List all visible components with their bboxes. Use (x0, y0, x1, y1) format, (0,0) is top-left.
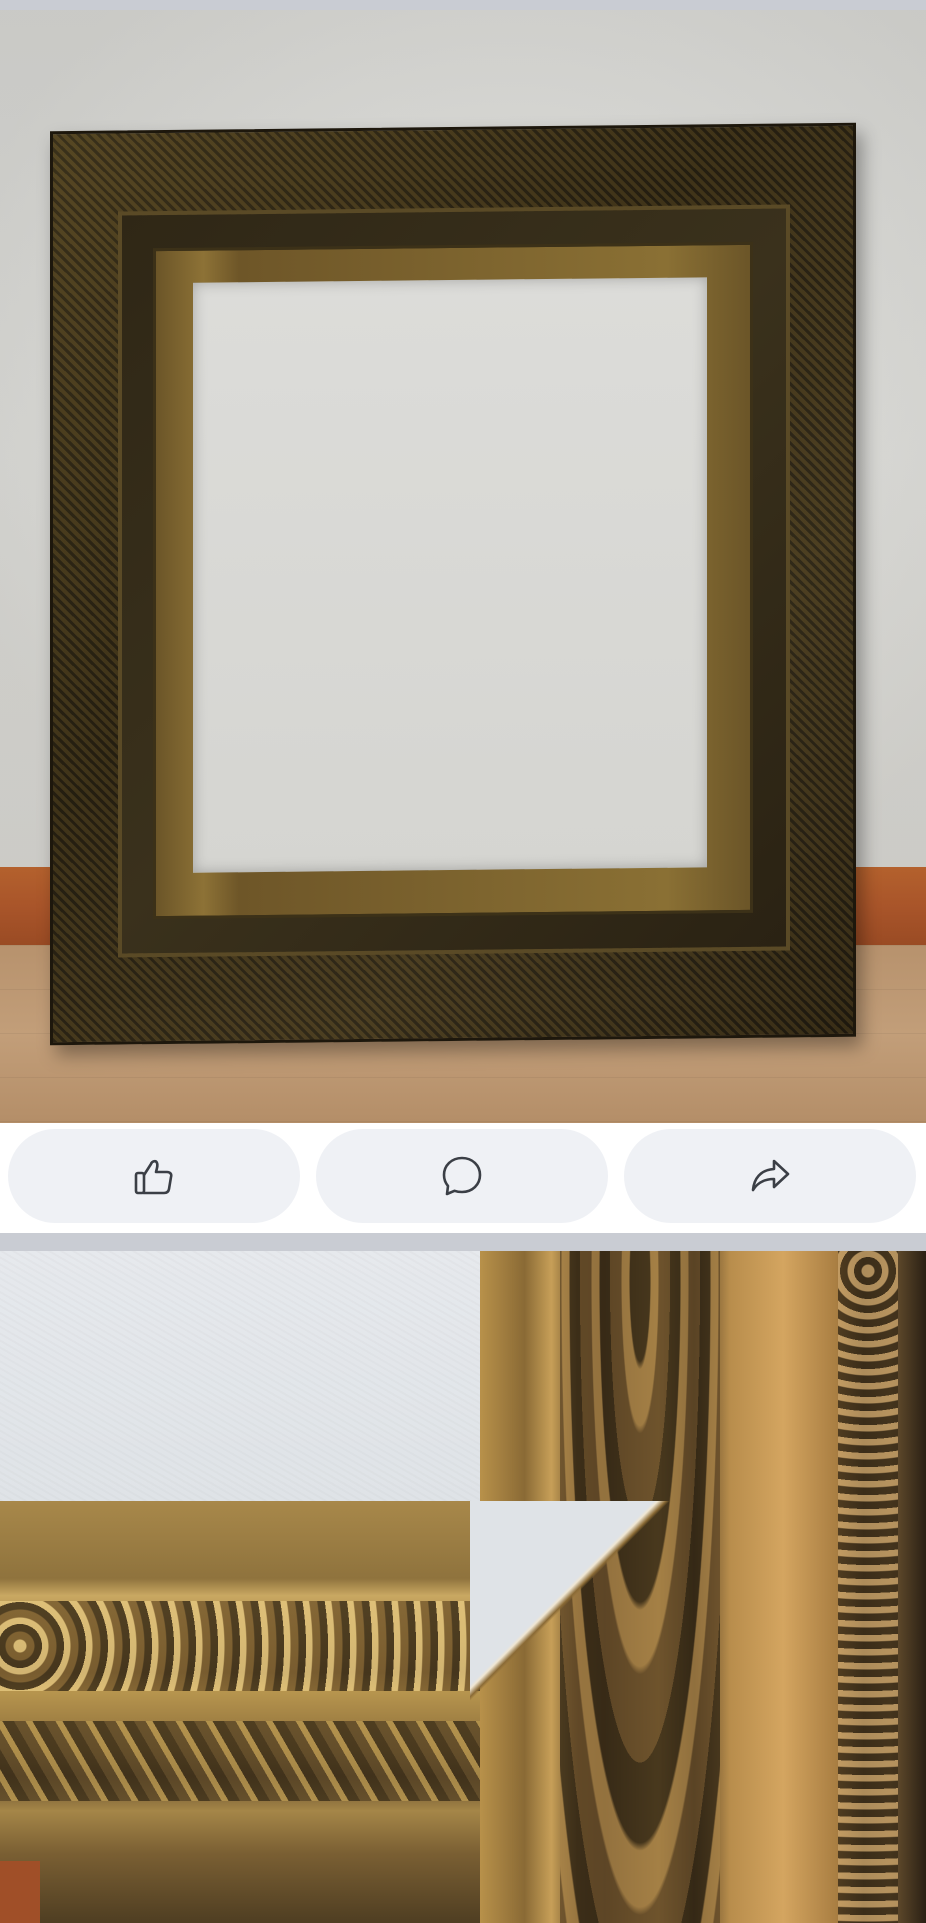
share-button[interactable] (624, 1129, 916, 1223)
picture-frame (50, 122, 856, 1046)
post-photo-frame-corner[interactable] (0, 1251, 926, 1923)
bead-molding (838, 1251, 898, 1923)
top-divider (0, 0, 926, 10)
post-photo-frame-full[interactable] (0, 10, 926, 1123)
baseboard-edge (0, 1861, 40, 1923)
post-action-bar (0, 1123, 926, 1233)
like-button[interactable] (8, 1129, 300, 1223)
comment-button[interactable] (316, 1129, 608, 1223)
share-arrow-icon (751, 1159, 790, 1192)
post-divider (0, 1233, 926, 1251)
wall (0, 1251, 520, 1501)
speech-bubble-icon (442, 1156, 482, 1196)
thumbs-up-icon (134, 1159, 173, 1195)
frame-opening (193, 277, 707, 873)
cracked-miter-corner (470, 1501, 670, 1701)
